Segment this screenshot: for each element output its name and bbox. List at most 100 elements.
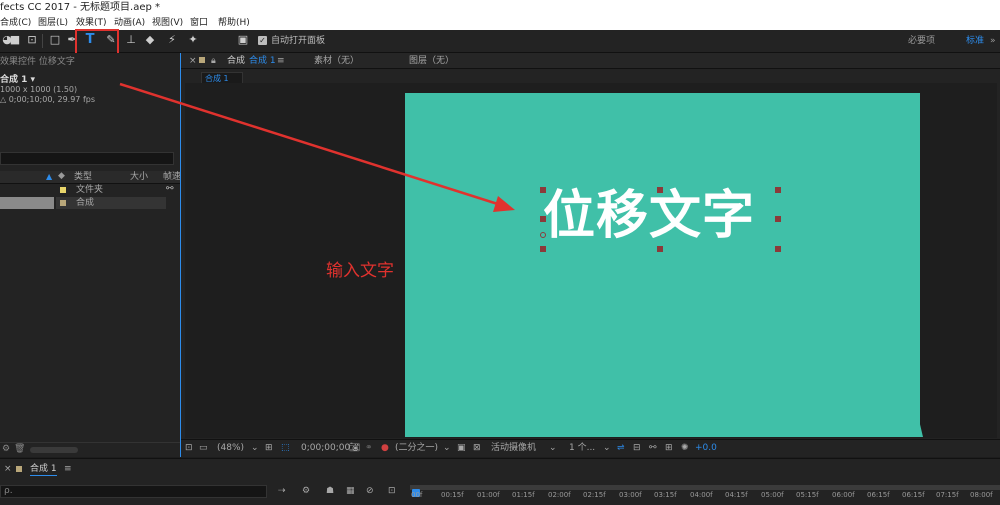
close-icon[interactable]: × — [189, 55, 197, 67]
comp-flowchart-icon[interactable]: ⚯ — [649, 442, 657, 454]
roto-brush-icon[interactable]: ⚡ — [165, 33, 179, 47]
lock-icon[interactable]: 🔒︎ — [211, 55, 216, 67]
zoom-dropdown[interactable]: (48%) — [217, 442, 244, 454]
timecode-display[interactable]: 0;00;00;00 — [301, 442, 350, 454]
menu-item-window[interactable]: 窗口 — [190, 16, 208, 30]
project-footer: ⚙ 🗑 — [0, 442, 180, 457]
window-title: fects CC 2017 - 无标题项目.aep * — [0, 2, 161, 13]
workspace-standard[interactable]: 标准 — [966, 35, 984, 47]
tools-toolbar: ◕ ■ ⊡ □ ✒ T ✎ ⊥ ◆ ⚡ ✦ ▣ ✓ 自动打开面板 必要项 标准 … — [0, 30, 1000, 53]
transform-handle[interactable] — [775, 216, 781, 222]
viewer-footer: ⊡ ▭ (48%) ⌄ ⊞ ⬚ 0;00;00;00 📷︎ ⚭ ● (二分之一)… — [181, 439, 1000, 456]
label-tag-icon[interactable]: ◆ — [58, 171, 65, 181]
tick-label: 04:15f — [725, 491, 748, 499]
camera-dropdown[interactable]: 活动摄像机 — [491, 442, 536, 454]
auto-open-checkbox[interactable]: ✓ — [258, 36, 267, 45]
comp-duration: △ 0;00;10;00, 29.97 fps — [0, 95, 96, 104]
menu-item-animation[interactable]: 动画(A) — [114, 16, 145, 30]
effect-controls-tab[interactable]: 效果控件 位移文字 — [0, 56, 75, 68]
timeline-close-icon[interactable]: × — [4, 463, 12, 475]
timeline-search-input[interactable]: ρ. — [0, 485, 267, 498]
tick-label: 06:15f — [867, 491, 890, 499]
chevron-down-icon[interactable]: ⌄ — [251, 442, 259, 454]
menu-item-help[interactable]: 帮助(H) — [218, 16, 250, 30]
work-area-bar[interactable] — [410, 485, 1000, 490]
panel-icon[interactable]: ▣ — [236, 33, 250, 47]
tick-label: 03:00f — [619, 491, 642, 499]
draft-3d-icon[interactable]: ⚙ — [302, 485, 310, 497]
chevron-down-icon[interactable]: ⌄ — [603, 442, 611, 454]
graph-editor-icon[interactable]: ⊡ — [388, 485, 396, 497]
chevron-down-icon[interactable]: ⌄ — [443, 442, 451, 454]
tab-menu-icon[interactable]: ≡ — [64, 463, 72, 475]
tab-menu-icon[interactable]: ≡ — [277, 55, 285, 67]
transform-handle[interactable] — [775, 187, 781, 193]
motion-blur-icon[interactable]: ⊘ — [366, 485, 374, 497]
tab-comp-label[interactable]: 合成 — [227, 55, 245, 67]
annotation-label: 输入文字 — [326, 261, 394, 281]
puppet-pin-icon[interactable]: ✦ — [186, 33, 200, 47]
anchor-point-icon[interactable] — [540, 232, 546, 238]
tick-label: 05:15f — [796, 491, 819, 499]
tick-label: 01:00f — [477, 491, 500, 499]
canvas-edge — [919, 420, 923, 437]
menu-item-layer[interactable]: 图层(L) — [38, 16, 68, 30]
text-layer-bounds[interactable]: 位移文字 — [540, 186, 781, 252]
settings-icon[interactable]: ⚙ — [2, 444, 10, 454]
fast-preview-icon[interactable]: ⇌ — [617, 442, 625, 454]
monitor-icon[interactable]: ▭ — [199, 442, 208, 454]
menu-item-effect[interactable]: 效果(T) — [76, 16, 107, 30]
region-of-interest-icon[interactable]: ▣ — [457, 442, 466, 454]
mask-icon[interactable]: ⬚ — [281, 442, 290, 454]
tick-label: 04:00f — [690, 491, 713, 499]
exposure-icon[interactable]: ✺ — [681, 442, 689, 454]
exposure-value[interactable]: +0.0 — [695, 442, 717, 454]
color-channel-icon[interactable]: ● — [381, 442, 389, 454]
tick-label: 02:00f — [548, 491, 571, 499]
timeline-toggle-icon[interactable]: ⊟ — [633, 442, 641, 454]
tab-comp-name[interactable]: 合成 1 — [249, 55, 276, 67]
safe-zones-icon[interactable]: ⊞ — [265, 442, 273, 454]
item-type: 文件夹 — [76, 185, 104, 195]
timeline-tab[interactable]: 合成 1 — [30, 463, 57, 476]
rectangle-tool-icon[interactable]: □ — [48, 33, 62, 47]
transform-handle[interactable] — [540, 216, 546, 222]
resolution-dropdown[interactable]: (二分之一) — [395, 442, 438, 454]
show-snapshot-icon[interactable]: ⚭ — [365, 442, 373, 454]
comp-mini-flowchart-icon[interactable]: ⇢ — [278, 485, 286, 497]
camera-snapshot-icon[interactable]: 📷︎ — [349, 442, 360, 454]
search-icon: ρ. — [4, 486, 13, 496]
tick-label: 01:15f — [512, 491, 535, 499]
magnify-icon[interactable]: ⊡ — [185, 442, 193, 454]
reset-exposure-icon[interactable]: ⊞ — [665, 442, 673, 454]
menu-item-composition[interactable]: 合成(C) — [0, 16, 31, 30]
menu-item-view[interactable]: 视图(V) — [152, 16, 183, 30]
workspace-essentials[interactable]: 必要项 — [908, 35, 935, 47]
chevron-down-icon[interactable]: ⌄ — [549, 442, 557, 454]
transform-handle[interactable] — [657, 187, 663, 193]
scrollbar[interactable] — [30, 447, 78, 453]
column-type[interactable]: 类型 — [74, 171, 92, 183]
camera-tool-icon[interactable]: ■ — [8, 33, 22, 47]
tab-footage[interactable]: 素材（无） — [314, 55, 359, 67]
transform-handle[interactable] — [775, 246, 781, 252]
transform-handle[interactable] — [657, 246, 663, 252]
tick-label: 05:00f — [761, 491, 784, 499]
timeline-panel: × 合成 1 ≡ ρ. ⇢ ⚙ ☗ ▦ ⊘ ⊡ 00f 00:15f 01:00… — [0, 458, 1000, 505]
pan-behind-icon[interactable]: ⊡ — [25, 33, 39, 47]
canvas-text[interactable]: 位移文字 — [543, 180, 755, 252]
workspace-more[interactable]: » — [990, 35, 996, 47]
eraser-tool-icon[interactable]: ◆ — [143, 33, 157, 47]
sort-arrow-icon[interactable]: ▲ — [46, 172, 52, 181]
transform-handle[interactable] — [540, 187, 546, 193]
comp-color-swatch — [60, 200, 66, 206]
trash-icon[interactable]: 🗑 — [14, 444, 25, 454]
views-dropdown[interactable]: 1 个... — [569, 442, 595, 454]
transform-handle[interactable] — [540, 246, 546, 252]
transparency-grid-icon[interactable]: ⊠ — [473, 442, 481, 454]
frame-blending-icon[interactable]: ▦ — [346, 485, 355, 497]
auto-open-label: 自动打开面板 — [271, 36, 326, 46]
clone-stamp-icon[interactable]: ⊥ — [124, 33, 138, 47]
tab-layer[interactable]: 图层（无） — [409, 55, 454, 67]
shy-layers-icon[interactable]: ☗ — [326, 485, 334, 497]
